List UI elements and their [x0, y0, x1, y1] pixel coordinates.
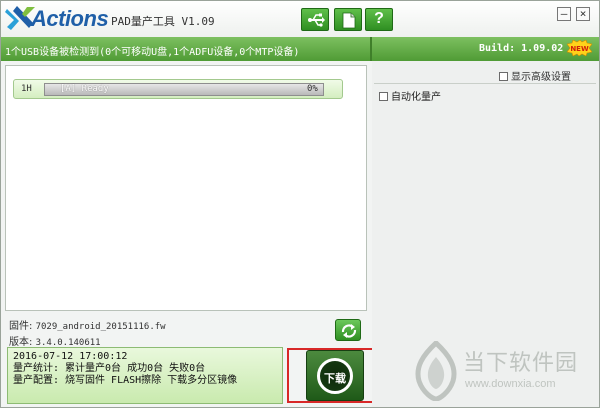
app-title: PAD量产工具 V1.09 [111, 15, 215, 28]
refresh-icon [341, 324, 357, 338]
download-button[interactable]: 下载 [306, 350, 364, 401]
show-advanced-option[interactable]: 显示高级设置 [499, 68, 571, 83]
usb-button[interactable] [301, 8, 329, 31]
logo-text: Actions [31, 6, 109, 31]
status-divider [370, 37, 372, 61]
firmware-version: 版本: 3.4.0.140611 [9, 333, 101, 348]
help-icon: ? [374, 10, 384, 27]
auto-produce-option[interactable]: 自动化量产 [379, 88, 441, 103]
firmware-file-label: 固件: [9, 321, 33, 332]
firmware-file-value: 7029_android_20151116.fw [35, 322, 166, 332]
title-bar: Actions PAD量产工具 V1.09 ? – × [1, 1, 599, 37]
firmware-file: 固件: 7029_android_20151116.fw [9, 317, 166, 332]
help-button[interactable]: ? [365, 8, 393, 31]
show-advanced-label: 显示高级设置 [511, 72, 571, 83]
refresh-button[interactable] [335, 319, 361, 341]
usb-icon [308, 13, 325, 27]
watermark: 当下软件园 www.downxia.com [409, 337, 595, 405]
document-icon [342, 12, 356, 29]
new-badge-text: NEW [570, 45, 589, 53]
download-ring-icon: 下载 [317, 358, 353, 394]
auto-produce-checkbox[interactable] [379, 92, 388, 101]
log-stats: 量产统计: 累计量产0台 成功0台 失败0台 [13, 363, 206, 374]
show-advanced-checkbox[interactable] [499, 72, 508, 81]
log-timestamp: 2016-07-12 17:00:12 [13, 351, 128, 362]
download-label: 下载 [324, 372, 346, 385]
close-button[interactable]: × [576, 7, 590, 21]
settings-divider [374, 83, 596, 84]
device-id: 1H [21, 84, 32, 94]
log-config: 量产配置: 烧写固件 FLASH擦除 下载多分区镜像 [13, 375, 238, 386]
device-summary: 1个USB设备被检测到(0个可移动U盘,1个ADFU设备,0个MTP设备) [5, 47, 300, 58]
device-list-panel [5, 65, 367, 311]
status-log: 2016-07-12 17:00:12 量产统计: 累计量产0台 成功0台 失败… [7, 347, 283, 404]
device-row[interactable]: 1H [A] Ready 0% [13, 79, 343, 99]
status-bar: 1个USB设备被检测到(0个可移动U盘,1个ADFU设备,0个MTP设备) Bu… [1, 37, 599, 61]
new-badge: NEW [567, 40, 592, 56]
minimize-button[interactable]: – [557, 7, 571, 21]
watermark-logo-icon [415, 341, 457, 401]
watermark-url: www.downxia.com [465, 378, 556, 390]
app-window: Actions PAD量产工具 V1.09 ? – × 1个USB设备被检测到(… [0, 0, 600, 408]
build-version: Build: 1.09.02 [479, 43, 564, 54]
watermark-name: 当下软件园 [463, 351, 579, 376]
document-button[interactable] [334, 8, 362, 31]
device-state: [A] Ready [60, 84, 109, 94]
device-progress-label: 0% [307, 84, 318, 94]
auto-produce-label: 自动化量产 [391, 92, 441, 103]
